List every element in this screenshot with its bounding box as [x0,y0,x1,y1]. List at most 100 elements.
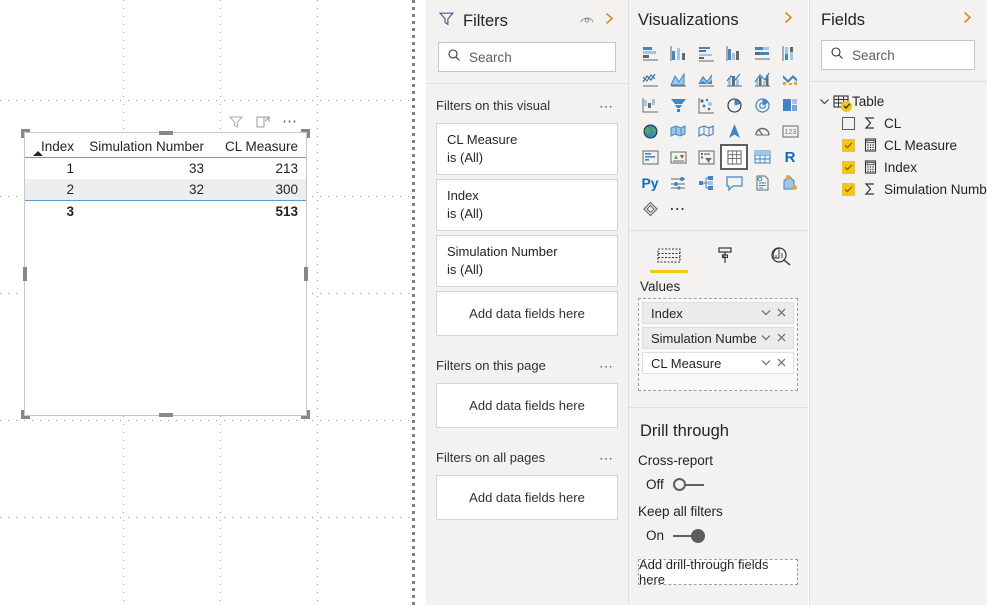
table-icon[interactable] [720,144,748,170]
power-apps-visual-icon[interactable] [636,196,664,222]
shape-map-icon[interactable] [692,118,720,144]
chevron-right-icon[interactable] [961,10,974,30]
stacked-area-chart-icon[interactable] [692,66,720,92]
scatter-chart-icon[interactable] [692,92,720,118]
hundred-percent-stacked-bar-chart-icon[interactable] [748,40,776,66]
visual-more-options-icon[interactable]: ⋯ [282,114,298,129]
field-item-simulation-number[interactable]: Simulation Numb... [809,178,987,200]
waterfall-chart-icon[interactable] [636,92,664,118]
field-item-index[interactable]: Index [809,156,987,178]
chevron-right-icon[interactable] [603,11,616,31]
ribbon-chart-icon[interactable] [776,66,804,92]
smart-narrative-icon[interactable] [748,170,776,196]
arcgis-map-icon[interactable] [720,118,748,144]
decomposition-tree-icon[interactable] [692,170,720,196]
resize-handle-middle-right[interactable] [304,267,308,281]
chevron-down-icon[interactable] [819,96,833,107]
column-header-cl-measure-label: CL Measure [224,139,298,154]
filters-all-pages-dropzone[interactable]: Add data fields here [436,475,618,520]
chevron-down-icon[interactable] [760,331,772,346]
resize-handle-bottom-middle[interactable] [158,413,173,417]
gauge-icon[interactable] [748,118,776,144]
pie-chart-icon[interactable] [720,92,748,118]
stacked-column-chart-icon[interactable] [664,40,692,66]
filled-map-icon[interactable] [664,118,692,144]
chevron-down-icon[interactable] [760,306,772,321]
stacked-bar-chart-icon[interactable] [636,40,664,66]
slicer-icon[interactable] [692,144,720,170]
multi-row-card-icon[interactable] [636,144,664,170]
filters-on-all-pages-menu-icon[interactable]: ⋯ [599,451,614,465]
clustered-bar-chart-icon[interactable] [692,40,720,66]
field-checkbox-simulation-number[interactable] [842,182,855,196]
well-chip-index[interactable]: Index [642,302,794,324]
hundred-percent-stacked-column-chart-icon[interactable] [776,40,804,66]
area-chart-icon[interactable] [664,66,692,92]
resize-handle-top-right[interactable] [301,129,310,138]
keep-all-filters-toggle[interactable]: On [628,519,808,543]
key-influencers-icon[interactable] [664,170,692,196]
resize-handle-middle-left[interactable] [23,267,27,281]
filter-card-cl-measure[interactable]: CL Measure is (All) [436,123,618,175]
drill-through-dropzone[interactable]: Add drill-through fields here [638,557,798,587]
format-tab[interactable] [706,246,744,273]
fields-search-input[interactable]: Search [821,40,975,70]
chevron-right-icon[interactable] [782,10,795,30]
resize-handle-bottom-right[interactable] [301,410,310,419]
filters-search-input[interactable]: Search [438,42,616,72]
filters-visual-dropzone[interactable]: Add data fields here [436,291,618,336]
paginated-report-icon[interactable] [776,170,804,196]
fields-tree-table-node[interactable]: Table [809,90,987,112]
line-chart-icon[interactable] [636,66,664,92]
qna-icon[interactable] [720,170,748,196]
python-visual-icon[interactable]: Py [636,170,664,196]
eye-hide-icon[interactable] [579,12,595,30]
matrix-icon[interactable] [748,144,776,170]
field-checkbox-index[interactable] [842,160,855,174]
table-row[interactable]: 2 32 300 [25,179,306,201]
line-clustered-column-chart-icon[interactable] [748,66,776,92]
well-chip-simulation-number[interactable]: Simulation Number [642,327,794,349]
kpi-icon[interactable] [664,144,692,170]
analytics-tab[interactable] [762,246,800,273]
filter-funnel-icon[interactable] [228,114,244,130]
canvas-gridline-h [0,517,415,518]
values-well-container[interactable]: Index Simulation Number CL Measure [638,298,798,391]
column-header-cl-measure[interactable]: CL Measure [210,133,306,158]
cross-report-toggle[interactable]: Off [628,468,808,492]
table-visual-container[interactable]: Index Simulation Number CL Measure 1 33 … [21,129,310,419]
filter-card-simulation-number[interactable]: Simulation Number is (All) [436,235,618,287]
table-visual[interactable]: Index Simulation Number CL Measure 1 33 … [25,133,306,222]
close-x-icon[interactable] [776,356,787,371]
r-script-visual-icon[interactable]: R [776,144,804,170]
table-row[interactable]: 1 33 213 [25,158,306,180]
chevron-down-icon[interactable] [760,356,772,371]
focus-mode-icon[interactable] [255,114,271,130]
field-item-cl[interactable]: CL [809,112,987,134]
card-icon[interactable]: 123 [776,118,804,144]
field-checkbox-cl[interactable] [842,116,855,130]
filters-on-this-page-menu-icon[interactable]: ⋯ [599,359,614,373]
fields-tab[interactable] [650,246,688,273]
close-x-icon[interactable] [776,331,787,346]
line-stacked-column-chart-icon[interactable] [720,66,748,92]
clustered-column-chart-icon[interactable] [720,40,748,66]
well-chip-cl-measure[interactable]: CL Measure [642,352,794,374]
treemap-icon[interactable] [776,92,804,118]
resize-handle-bottom-left[interactable] [21,410,30,419]
column-header-simulation-number[interactable]: Simulation Number [78,133,210,158]
funnel-chart-icon[interactable] [664,92,692,118]
close-x-icon[interactable] [776,306,787,321]
visual-header-toolbar: ⋯ [228,112,306,132]
report-canvas[interactable]: ⋯ Index Simulation Number CL Measure 1 3… [0,0,415,605]
field-checkbox-cl-measure[interactable] [842,138,855,152]
column-header-index[interactable]: Index [25,133,78,158]
more-visuals-icon[interactable]: ⋯ [664,196,692,222]
resize-handle-top-middle[interactable] [158,131,173,135]
field-item-cl-measure[interactable]: CL Measure [809,134,987,156]
map-icon[interactable] [636,118,664,144]
filters-page-dropzone[interactable]: Add data fields here [436,383,618,428]
donut-chart-icon[interactable] [748,92,776,118]
filter-card-index[interactable]: Index is (All) [436,179,618,231]
filters-on-this-visual-menu-icon[interactable]: ⋯ [599,99,614,113]
